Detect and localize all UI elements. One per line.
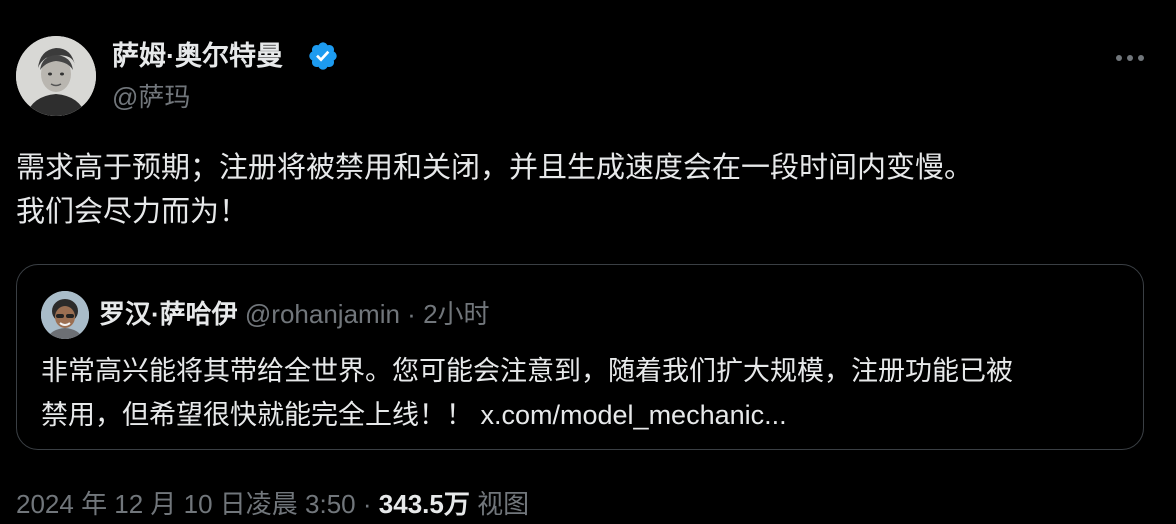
meta-separator: · xyxy=(362,489,372,519)
verified-badge-icon xyxy=(309,42,337,70)
tweet-text-line: 我们会尽力而为！ xyxy=(16,196,249,228)
more-options-icon[interactable] xyxy=(1110,44,1150,72)
quoted-author-avatar-image xyxy=(41,291,89,339)
quoted-tweet-header: 罗汉·萨哈伊 @rohanjamin · 2小时 xyxy=(99,296,490,332)
quoted-tweet-card[interactable]: 罗汉·萨哈伊 @rohanjamin · 2小时 非常高兴能将其带给全世界。您可… xyxy=(16,264,1144,450)
quoted-tweet-text-line: 非常高兴能将其带给全世界。您可能会注意到，随着我们扩大规模，注册功能已被 xyxy=(41,356,1013,386)
views-count: 343.5万 xyxy=(378,489,470,519)
views-label: 视图 xyxy=(477,489,530,519)
tweet-text-line: 需求高于预期；注册将被禁用和关闭，并且生成速度会在一段时间内变慢。 xyxy=(16,152,974,184)
quoted-author-handle[interactable]: @rohanjamin xyxy=(245,299,400,329)
quoted-author-avatar[interactable] xyxy=(41,291,89,339)
author-display-name[interactable]: 萨姆·奥尔特曼 xyxy=(112,38,283,74)
quoted-tweet-time[interactable]: 2小时 xyxy=(423,299,489,329)
tweet-timestamp[interactable]: 2024 年 12 月 10 日凌晨 3:50 xyxy=(16,489,356,519)
header-separator: · xyxy=(407,299,416,329)
author-avatar-image xyxy=(16,36,96,116)
author-handle[interactable]: @萨玛 xyxy=(112,80,190,114)
tweet-meta: 2024 年 12 月 10 日凌晨 3:50 · 343.5万 视图 xyxy=(16,484,529,524)
quoted-tweet-text-line: 禁用，但希望很快就能完全上线！！ x.com/model_mechanic... xyxy=(41,400,787,430)
quoted-tweet-text: 非常高兴能将其带给全世界。您可能会注意到，随着我们扩大规模，注册功能已被 禁用，… xyxy=(41,349,1013,437)
author-avatar[interactable] xyxy=(16,36,96,116)
quoted-author-display-name[interactable]: 罗汉·萨哈伊 xyxy=(99,299,238,329)
tweet-text: 需求高于预期；注册将被禁用和关闭，并且生成速度会在一段时间内变慢。 我们会尽力而… xyxy=(16,146,1166,234)
